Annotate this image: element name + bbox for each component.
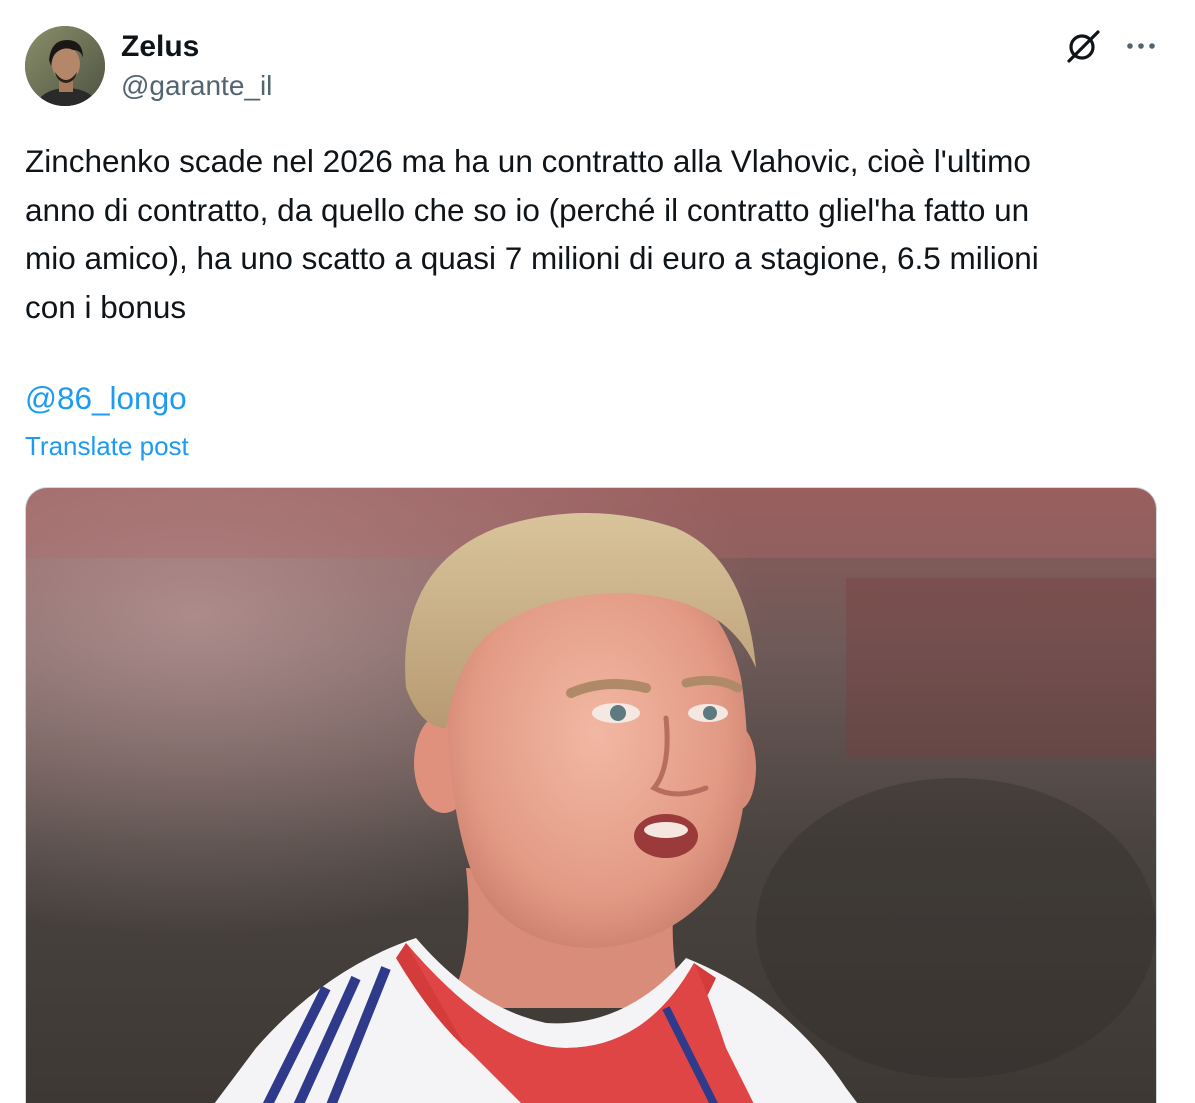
translate-post-link[interactable]: Translate post — [25, 428, 189, 464]
avatar[interactable] — [25, 26, 105, 106]
mention-link[interactable]: @86_longo — [25, 376, 187, 420]
post-image[interactable] — [25, 487, 1157, 1103]
post-card: Zelus @garante_il Zinchenko scade nel 20… — [0, 0, 1195, 1103]
more-options-icon[interactable] — [1121, 28, 1161, 64]
author-display-name[interactable]: Zelus — [121, 28, 272, 66]
grok-icon[interactable] — [1063, 26, 1103, 66]
author-handle[interactable]: @garante_il — [121, 68, 272, 104]
author-info: Zelus @garante_il — [121, 28, 272, 104]
post-text: Zinchenko scade nel 2026 ma ha un contra… — [25, 143, 1039, 325]
